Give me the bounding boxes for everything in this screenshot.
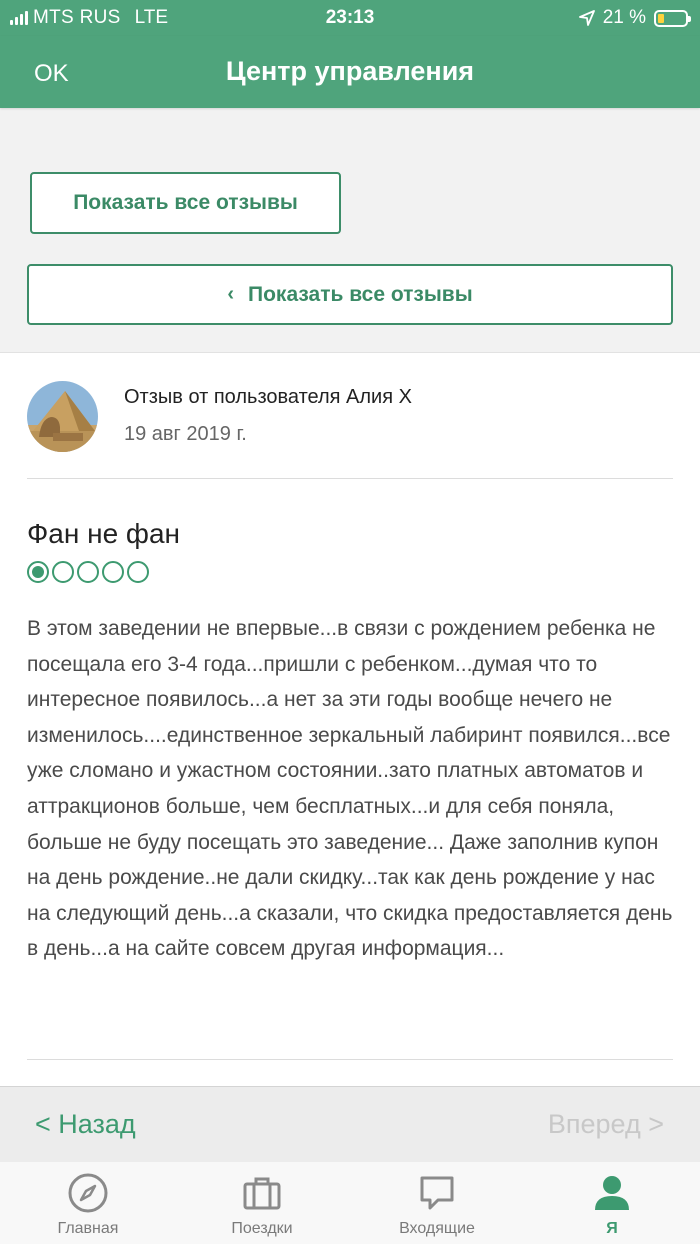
show-all-reviews-back-button[interactable]: ‹ Показать все отзывы [27,264,673,325]
tab-label: Я [606,1220,618,1237]
status-bar: MTS RUS LTE 23:13 21 % [0,0,700,36]
show-all-reviews-button[interactable]: Показать все отзывы [30,172,341,234]
location-arrow-icon [578,10,595,26]
review-author: Отзыв от пользователя Алия Х [124,386,412,408]
tab-home[interactable]: Главная [28,1172,148,1238]
rating-bubble-icon [52,561,74,583]
review-date: 19 авг 2019 г. [124,423,247,445]
sphinx-photo-icon [27,381,98,452]
nav-bar: OK Центр управления [0,36,700,108]
rating-bubble-icon [127,561,149,583]
page-title: Центр управления [225,56,475,86]
battery-percent: 21 % [602,7,646,28]
show-all-reviews-label: Показать все отзывы [248,282,473,306]
divider [27,1059,673,1060]
forward-button[interactable]: Вперед > [548,1109,664,1140]
rating-bubble-icon [102,561,124,583]
avatar[interactable] [27,381,98,452]
profile-icon [595,1176,629,1210]
divider [27,478,673,479]
tab-label: Входящие [399,1220,475,1237]
suitcase-icon [243,1177,281,1210]
rating-bubble-icon [77,561,99,583]
back-button[interactable]: < Назад [35,1109,136,1140]
review-card: Отзыв от пользователя Алия Х 19 авг 2019… [0,352,700,1087]
tab-trips[interactable]: Поездки [202,1172,322,1238]
pager: < Назад Вперед > [0,1086,700,1164]
show-all-reviews-label: Показать все отзывы [73,191,298,214]
tab-inbox[interactable]: Входящие [377,1172,497,1238]
tab-profile[interactable]: Я [552,1172,672,1238]
compass-icon [68,1173,108,1213]
review-text: В этом заведении не впервые...в связи с … [27,617,673,961]
chat-bubble-icon [420,1176,454,1210]
rating-bubbles [27,561,149,583]
tab-label: Поездки [231,1220,293,1237]
tab-bar: Главная Поездки Входящие Я [0,1162,700,1244]
chevron-left-icon: ‹ [227,283,235,305]
rating-bubble-icon [27,561,49,583]
review-title: Фан не фан [27,518,180,549]
tab-label: Главная [57,1220,119,1237]
battery-icon [654,9,691,27]
